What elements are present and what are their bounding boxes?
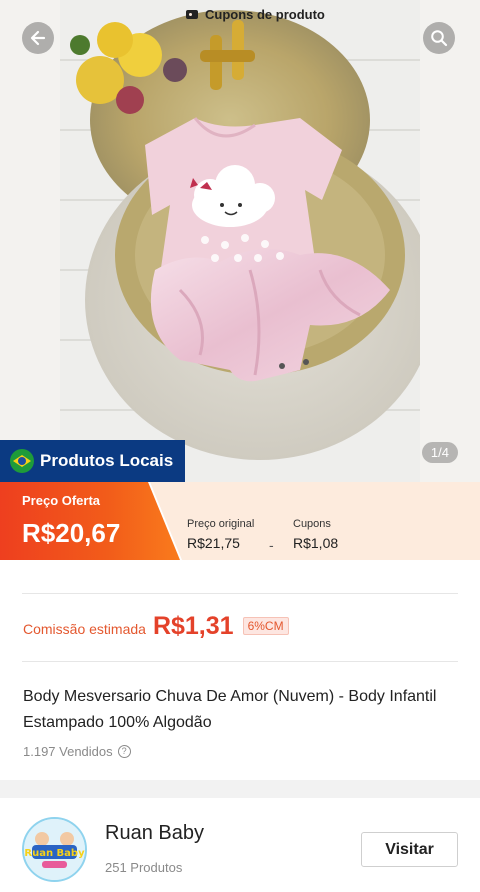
offer-price-value: R$20,67 xyxy=(22,518,121,548)
sold-count: 1.197 Vendidos ? xyxy=(23,744,131,759)
info-icon[interactable]: ? xyxy=(117,745,131,758)
divider xyxy=(22,593,458,594)
shop-product-count: 251 Produtos xyxy=(105,860,183,875)
offer-price-panel: Preço Oferta R$20,67 xyxy=(0,482,180,560)
shop-logo-image: Ruan Baby xyxy=(24,819,85,880)
image-counter: 1/4 xyxy=(421,442,458,463)
original-price: Preço original R$21,75 xyxy=(187,518,254,551)
visit-shop-button[interactable]: Visitar xyxy=(361,832,458,867)
local-products-label: Produtos Locais xyxy=(40,451,174,470)
brazil-flag-icon xyxy=(10,449,34,473)
shop-logo-text: Ruan Baby xyxy=(24,848,85,859)
price-separator: - xyxy=(269,537,274,553)
coupon-discount: Cupons R$1,08 xyxy=(293,518,338,551)
image-side-margin-right xyxy=(420,0,480,482)
divider xyxy=(22,661,458,662)
commission-value: R$1,31 xyxy=(152,612,234,640)
shop-logo[interactable]: Ruan Baby xyxy=(22,817,87,882)
commission-rate-badge: 6%CM xyxy=(242,617,289,635)
offer-price-label: Preço Oferta xyxy=(22,493,101,508)
product-image-carousel[interactable]: Produtos Locais 1/4 xyxy=(0,0,480,482)
coupons-heading: Cupons de produto xyxy=(186,7,325,22)
sold-count-label: 1.197 Vendidos xyxy=(23,744,113,759)
product-photo xyxy=(60,0,420,482)
coupon-value: R$1,08 xyxy=(293,535,339,551)
ticket-icon xyxy=(186,10,198,19)
back-arrow-icon xyxy=(30,30,46,46)
search-icon xyxy=(431,30,448,47)
original-price-label: Preço original xyxy=(187,518,255,530)
image-side-margin-left xyxy=(0,0,60,482)
commission-label: Comissão estimada xyxy=(23,621,146,637)
search-button[interactable] xyxy=(423,22,455,54)
local-products-badge: Produtos Locais xyxy=(0,440,185,482)
product-title: Body Mesversario Chuva De Amor (Nuvem) -… xyxy=(23,688,437,731)
estimated-commission: Comissão estimada R$1,31 6%CM xyxy=(23,612,289,641)
back-button[interactable] xyxy=(22,22,54,54)
section-separator xyxy=(0,780,480,798)
coupon-label: Cupons xyxy=(293,518,331,530)
coupons-heading-label: Cupons de produto xyxy=(205,7,325,22)
shop-name[interactable]: Ruan Baby xyxy=(105,822,204,845)
original-price-value: R$21,75 xyxy=(187,535,240,551)
